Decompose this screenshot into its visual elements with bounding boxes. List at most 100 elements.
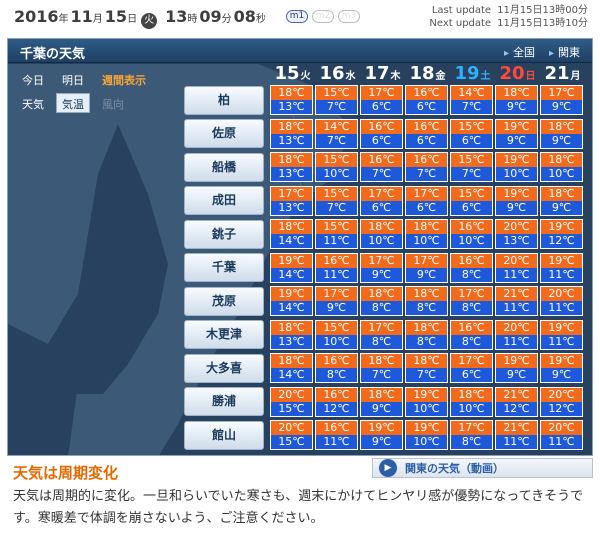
tab-today[interactable]: 今日	[16, 69, 50, 89]
high-temp: 14℃	[451, 86, 492, 100]
high-temp: 20℃	[271, 387, 312, 402]
city-row: 木更津 18℃ 13℃ 15℃ 10℃ 17℃ 8℃ 18℃ 8℃ 16℃ 8℃ 20℃ 11℃ 19℃ 1…	[184, 319, 585, 350]
low-temp: 12℃	[496, 401, 537, 416]
day-date: 18	[409, 63, 435, 84]
day-weekday: 日	[525, 71, 536, 82]
city-row: 船橋 18℃ 13℃ 15℃ 10℃ 16℃ 7℃ 16℃ 7℃ 15℃ 7℃ 19℃ 10℃ 18℃ 10…	[184, 152, 585, 182]
link-national[interactable]: 全国	[504, 44, 535, 60]
low-temp: 7℃	[316, 200, 357, 215]
high-temp: 16℃	[361, 153, 402, 167]
high-temp: 16℃	[451, 220, 492, 234]
tab-weekly[interactable]: 週間表示	[96, 69, 152, 89]
low-temp: 6℃	[406, 200, 447, 215]
city-button[interactable]: 木更津	[184, 320, 264, 349]
low-temp: 11℃	[541, 435, 582, 449]
high-temp: 19℃	[541, 354, 582, 368]
city-button[interactable]: 銚子	[184, 219, 264, 249]
link-kanto[interactable]: 関東	[549, 44, 580, 60]
pill-m1[interactable]: m1	[286, 10, 308, 23]
city-row: 千葉 19℃ 14℃ 16℃ 11℃ 17℃ 9℃ 17℃ 9℃ 16℃ 8℃ 20℃ 11℃ 19℃ 11…	[184, 252, 585, 283]
temp-cell: 20℃ 15℃	[270, 420, 313, 450]
temp-cell: 19℃ 9℃	[495, 185, 538, 216]
high-temp: 17℃	[361, 186, 402, 201]
panel-title: 千葉の天気	[20, 47, 86, 62]
city-row: 館山 20℃ 15℃ 16℃ 11℃ 19℃ 9℃ 19℃ 10℃ 17℃ 8℃ 21℃ 11℃ 20℃ 1…	[184, 420, 585, 450]
panel-titlebar: 千葉の天気 全国 関東	[8, 39, 592, 63]
high-temp: 14℃	[316, 119, 357, 134]
temp-cell: 16℃ 8℃	[315, 353, 358, 383]
high-temp: 19℃	[541, 253, 582, 268]
temp-cell: 16℃ 7℃	[360, 152, 403, 182]
low-temp: 11℃	[496, 267, 537, 282]
temp-cell: 16℃ 10℃	[450, 219, 493, 249]
tab-tomorrow[interactable]: 明日	[56, 69, 90, 89]
day-header-20: 20日	[495, 63, 540, 85]
high-temp: 18℃	[541, 153, 582, 167]
tab-weather[interactable]: 天気	[16, 93, 50, 113]
temp-cell: 15℃ 7℃	[450, 152, 493, 182]
high-temp: 19℃	[361, 421, 402, 435]
low-temp: 7℃	[451, 167, 492, 181]
temp-cell: 16℃ 7℃	[405, 152, 448, 182]
temp-cell: 16℃ 11℃	[315, 420, 358, 450]
low-temp: 7℃	[361, 368, 402, 382]
high-temp: 16℃	[406, 153, 447, 167]
temp-cell: 14℃ 7℃	[315, 118, 358, 149]
low-temp: 9℃	[541, 100, 582, 114]
high-temp: 15℃	[316, 320, 357, 335]
low-temp: 10℃	[451, 401, 492, 416]
city-button[interactable]: 勝浦	[184, 387, 264, 416]
day-date: 17	[364, 63, 390, 84]
low-temp: 9℃	[496, 368, 537, 382]
commentary-body: 天気は周期的に変化。一旦和らいでいた寒さも、週末にかけてヒンヤリ感が優勢になって…	[13, 489, 584, 526]
low-temp: 8℃	[361, 301, 402, 315]
temp-cell: 19℃ 9℃	[495, 353, 538, 383]
high-temp: 17℃	[406, 253, 447, 268]
low-temp: 7℃	[361, 167, 402, 181]
day-date: 15	[274, 63, 300, 84]
low-temp: 9℃	[541, 133, 582, 148]
high-temp: 19℃	[496, 119, 537, 134]
city-button[interactable]: 千葉	[184, 253, 264, 282]
city-button[interactable]: 館山	[184, 420, 264, 450]
high-temp: 17℃	[271, 186, 312, 201]
tab-temperature[interactable]: 気温	[56, 93, 90, 113]
city-button[interactable]: 茂原	[184, 286, 264, 316]
temp-cell: 17℃ 8℃	[450, 420, 493, 450]
high-temp: 18℃	[406, 320, 447, 335]
temp-cell: 15℃ 11℃	[315, 219, 358, 249]
play-icon: ▶	[379, 459, 397, 477]
high-temp: 16℃	[316, 387, 357, 402]
high-temp: 15℃	[316, 153, 357, 167]
high-temp: 19℃	[271, 287, 312, 301]
day-weekday: 火	[300, 71, 311, 82]
day-header-17: 17木	[360, 63, 405, 85]
pill-m3[interactable]: m3	[338, 10, 360, 23]
day-date: 19	[454, 63, 480, 84]
temp-cell: 17℃ 6℃	[450, 353, 493, 383]
city-button[interactable]: 成田	[184, 186, 264, 215]
temp-cell: 20℃ 15℃	[270, 386, 313, 417]
day: 15	[104, 7, 128, 26]
high-temp: 18℃	[271, 119, 312, 134]
city-button[interactable]: 船橋	[184, 152, 264, 182]
city-button[interactable]: 佐原	[184, 119, 264, 148]
temp-cell: 18℃ 8℃	[360, 286, 403, 316]
low-temp: 11℃	[541, 267, 582, 282]
day-weekday: 土	[480, 71, 491, 82]
temp-cell: 21℃ 11℃	[495, 420, 538, 450]
year: 2016	[14, 7, 59, 26]
pill-m2[interactable]: m2	[312, 10, 334, 23]
low-temp: 12℃	[541, 401, 582, 416]
temp-cell: 18℃ 9℃	[540, 185, 583, 216]
city-button[interactable]: 柏	[184, 85, 264, 115]
high-temp: 18℃	[406, 287, 447, 301]
day-header-19: 19土	[450, 63, 495, 85]
day-header-15: 15火	[270, 63, 315, 85]
high-temp: 17℃	[316, 287, 357, 301]
video-button[interactable]: ▶ 関東の天気（動画）	[372, 458, 593, 478]
high-temp: 17℃	[451, 287, 492, 301]
low-temp: 7℃	[451, 100, 492, 114]
temp-cell: 17℃ 9℃	[405, 252, 448, 283]
city-button[interactable]: 大多喜	[184, 353, 264, 383]
